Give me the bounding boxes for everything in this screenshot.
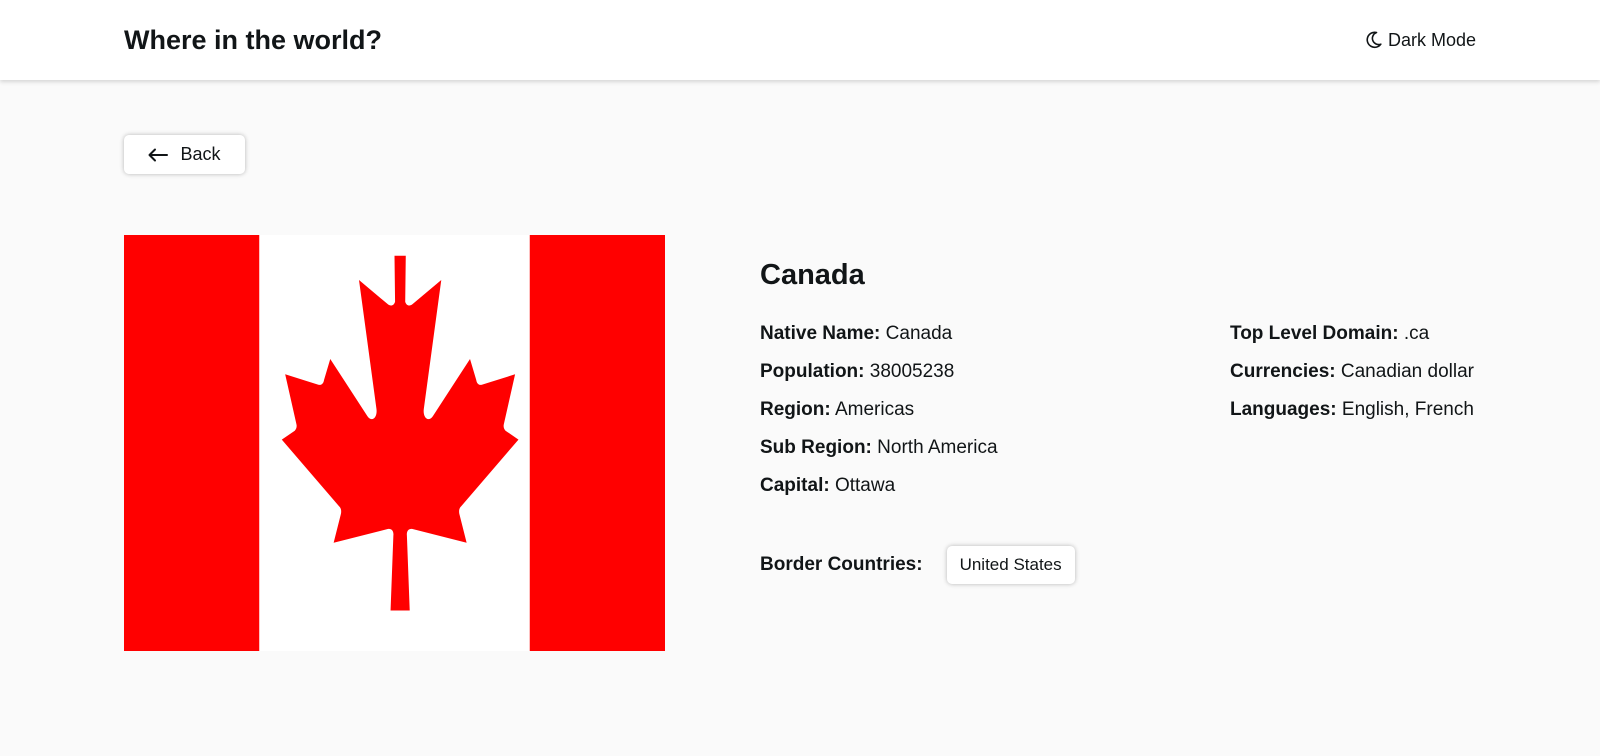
detail-value: North America [877, 437, 998, 458]
detail-value: 38005238 [869, 361, 955, 382]
country-name: Canada [760, 259, 865, 291]
border-country-button[interactable]: United States [946, 546, 1075, 584]
currencies-row: Currencies: Canadian dollar [1230, 360, 1474, 398]
arrow-left-icon [148, 148, 169, 162]
border-countries: Border Countries: United States [760, 546, 1075, 584]
detail-label: Capital: [760, 475, 830, 496]
dark-mode-label: Dark Mode [1387, 29, 1476, 50]
border-countries-label: Border Countries: [760, 554, 923, 575]
native-name-row: Native Name: Canada [760, 322, 998, 360]
population-row: Population: 38005238 [760, 360, 998, 398]
back-button[interactable]: Back [124, 135, 245, 174]
detail-label: Languages: [1230, 399, 1337, 420]
languages-row: Languages: English, French [1230, 398, 1474, 436]
capital-row: Capital: Ottawa [760, 474, 998, 512]
sub-region-row: Sub Region: North America [760, 436, 998, 474]
detail-value: Canada [885, 323, 953, 344]
detail-label: Currencies: [1230, 361, 1336, 382]
back-button-label: Back [180, 144, 221, 164]
detail-value: .ca [1403, 323, 1430, 344]
top-level-domain-row: Top Level Domain: .ca [1230, 322, 1474, 360]
detail-label: Sub Region: [760, 437, 872, 458]
details-primary: Native Name: Canada Population: 38005238… [760, 322, 998, 512]
detail-label: Region: [760, 399, 831, 420]
moon-icon [1366, 31, 1382, 49]
app-title[interactable]: Where in the world? [124, 24, 382, 56]
detail-label: Top Level Domain: [1230, 323, 1399, 344]
detail-label: Native Name: [760, 323, 881, 344]
detail-value: English, French [1341, 399, 1474, 420]
detail-label: Population: [760, 361, 865, 382]
dark-mode-toggle[interactable]: Dark Mode [1366, 28, 1476, 52]
detail-value: Canadian dollar [1340, 361, 1474, 382]
country-flag [124, 235, 665, 651]
details-secondary: Top Level Domain: .ca Currencies: Canadi… [1230, 322, 1474, 436]
top-header: Where in the world? Dark Mode [0, 0, 1600, 80]
detail-value: Ottawa [834, 475, 896, 496]
region-row: Region: Americas [760, 398, 998, 436]
detail-value: Americas [834, 399, 915, 420]
